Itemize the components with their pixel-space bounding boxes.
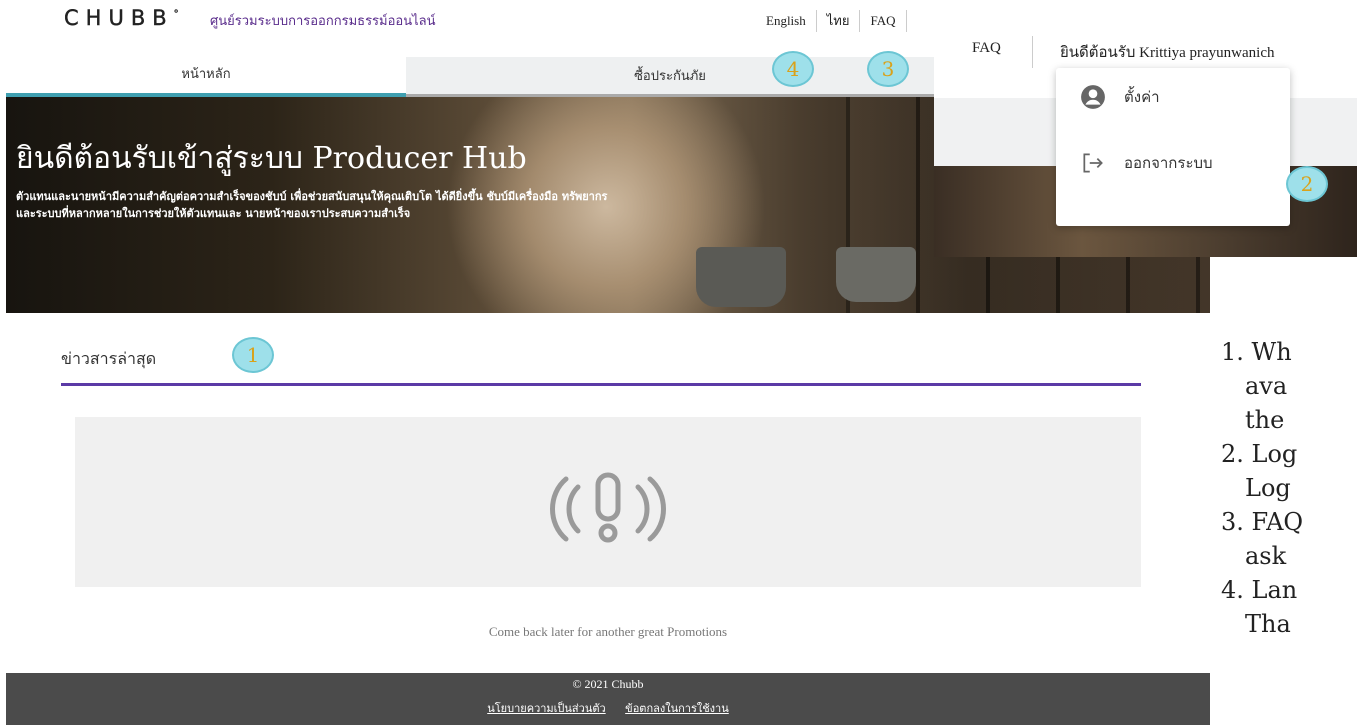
zoomed-user-menu-panel: FAQ ยินดีต้อนรับ Krittiya prayunwanich ต… (934, 32, 1357, 257)
chubb-logo[interactable]: CHUBB° (64, 6, 179, 30)
legend-line: 1. Wh (1221, 338, 1292, 366)
site-subtitle: ศูนย์รวมระบบการออกกรมธรรม์ออนไลน์ (210, 14, 436, 29)
legend-line: the (1245, 406, 1285, 434)
hero-description: ตัวแทนและนายหน้ามีความสำคัญต่อความสำเร็จ… (16, 190, 608, 220)
callout-badge-1: 1 (232, 337, 274, 373)
annotation-legend: 1. Wh ava the 2. Log Log 3. FAQ ask 4. L… (1209, 320, 1357, 725)
empty-message: Come back later for another great Promot… (488, 624, 728, 639)
hero-title: ยินดีต้อนรับเข้าสู่ระบบ Producer Hub (16, 141, 527, 176)
privacy-policy-link[interactable]: นโยบายความเป็นส่วนตัว (487, 702, 605, 715)
zoom-separator (1032, 36, 1033, 68)
lang-thai-link[interactable]: ไทย (817, 10, 861, 32)
lang-english-link[interactable]: English (758, 10, 817, 32)
callout-badge-3: 3 (867, 51, 909, 87)
menu-item-label: ตั้งค่า (1124, 88, 1160, 106)
alert-icon (538, 469, 678, 549)
top-links: English ไทย FAQ (758, 10, 907, 32)
logout-icon (1078, 150, 1108, 176)
user-dropdown-menu: ตั้งค่า ออกจากระบบ (1056, 68, 1290, 226)
hero-photo-cup (836, 247, 916, 302)
hero-photo-cup (696, 247, 786, 307)
callout-badge-2: 2 (1286, 166, 1328, 202)
footer: © 2021 Chubb นโยบายความเป็นส่วนตัว ข้อตก… (6, 673, 1210, 725)
callout-badge-4: 4 (772, 51, 814, 87)
legend-line: Tha (1245, 610, 1291, 638)
menu-item-logout[interactable]: ออกจากระบบ (1056, 138, 1290, 188)
legend-line: 3. FAQ (1221, 508, 1304, 536)
legend-line: ava (1245, 372, 1288, 400)
account-circle-icon (1078, 84, 1108, 110)
legend-line: ask (1245, 542, 1287, 570)
zoom-faq-link[interactable]: FAQ (972, 40, 1001, 57)
terms-of-use-link[interactable]: ข้อตกลงในการใช้งาน (625, 702, 729, 715)
tab-buy-insurance[interactable]: ซื้อประกันภัย (406, 57, 934, 97)
faq-link[interactable]: FAQ (860, 10, 907, 32)
legend-line: Log (1245, 474, 1291, 502)
news-divider (61, 383, 1141, 386)
menu-item-label: ออกจากระบบ (1124, 154, 1213, 172)
user-welcome-menu[interactable]: ยินดีต้อนรับ Krittiya prayunwanich (1060, 40, 1275, 64)
legend-line: 2. Log (1221, 440, 1298, 468)
menu-item-settings[interactable]: ตั้งค่า (1056, 72, 1290, 122)
tab-home[interactable]: หน้าหลัก (6, 57, 406, 97)
news-section-title: ข่าวสารล่าสุด (61, 349, 157, 368)
footer-copyright: © 2021 Chubb (572, 677, 644, 691)
legend-line: 4. Lan (1221, 576, 1298, 604)
